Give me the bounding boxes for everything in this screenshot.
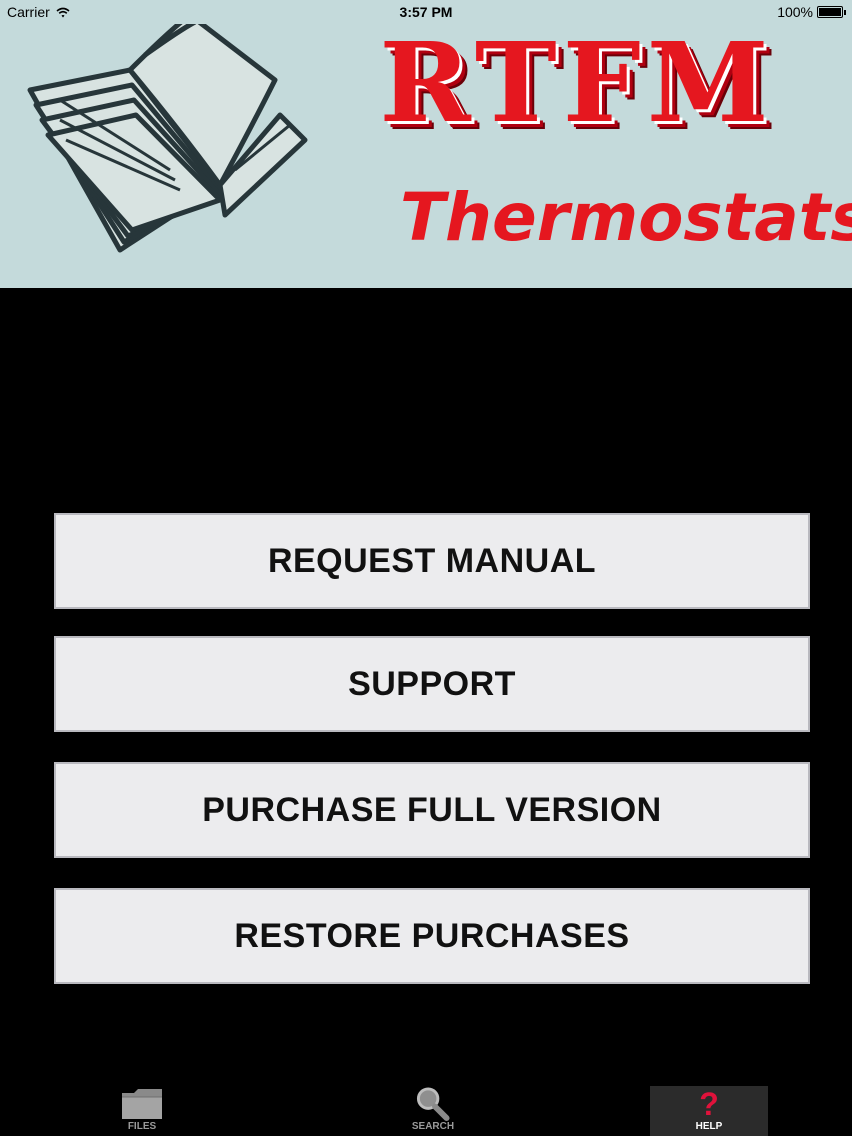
restore-purchases-button[interactable]: RESTORE PURCHASES [54,888,810,984]
battery-group: 100% [777,4,846,20]
tab-bar: FILES SEARCH ? HELP [0,1080,852,1136]
open-book-icon [27,12,308,253]
folder-icon [122,1089,162,1119]
tab-help-label: HELP [695,1121,723,1132]
clock: 3:57 PM [399,4,453,20]
status-bar: Carrier 3:57 PM 100% [0,0,852,24]
request-manual-button[interactable]: REQUEST MANUAL [54,513,810,609]
battery-icon [817,6,843,18]
purchase-full-version-button[interactable]: PURCHASE FULL VERSION [54,762,810,858]
tab-search-label: SEARCH [411,1121,455,1132]
tab-files[interactable]: FILES [92,1086,192,1136]
tab-search[interactable]: SEARCH [383,1086,483,1136]
logo-subtitle: Thermostats [400,179,852,256]
tab-files-label: FILES [127,1121,157,1132]
support-button[interactable]: SUPPORT [54,636,810,732]
battery-percent: 100% [777,4,813,20]
magnifier-icon [416,1087,450,1121]
logo-title: RTFM [379,18,775,147]
app-banner: RTFM Thermostats [0,0,852,288]
svg-text:?: ? [699,1087,719,1121]
question-mark-icon: ? [699,1087,719,1121]
tab-help[interactable]: ? HELP [650,1086,768,1136]
